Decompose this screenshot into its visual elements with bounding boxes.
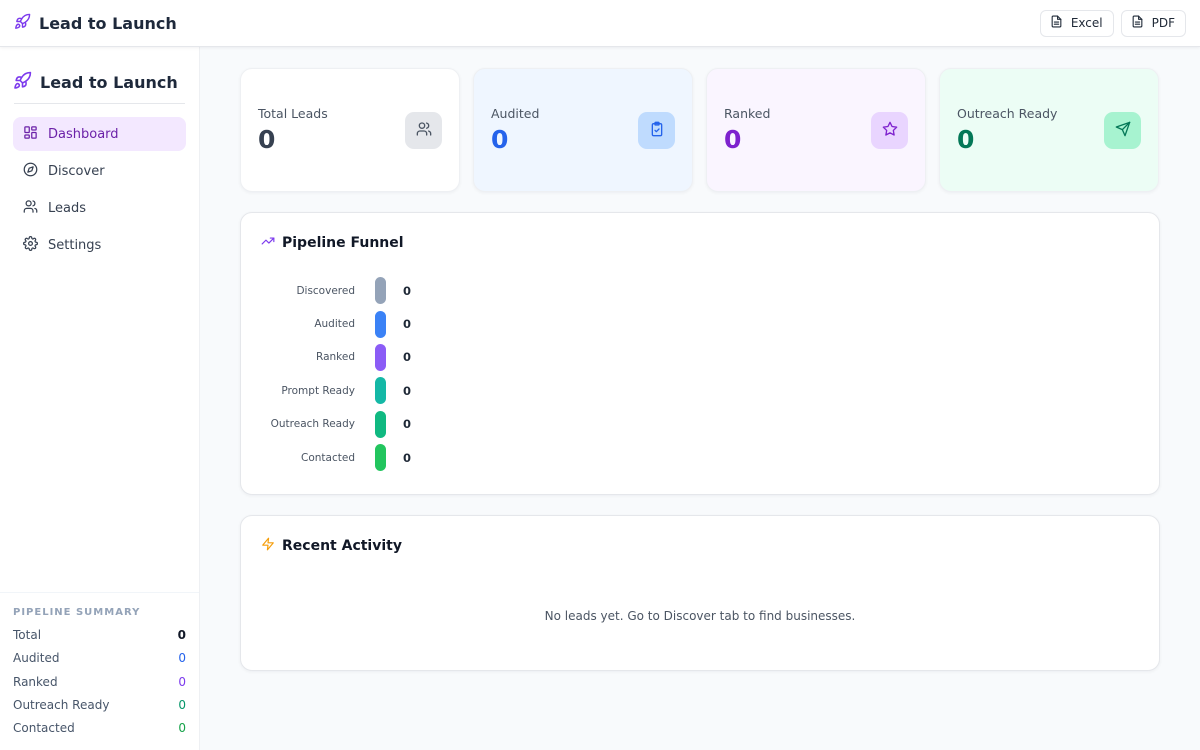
funnel-label: Outreach Ready xyxy=(270,418,355,431)
sidebar-item-discover[interactable]: Discover xyxy=(13,154,186,188)
rocket-icon xyxy=(14,13,31,34)
stat-icon-box xyxy=(405,112,442,149)
funnel-value: 0 xyxy=(403,450,412,465)
funnel-bar xyxy=(375,410,386,438)
stat-icon-box xyxy=(1104,112,1141,149)
pipeline-summary-heading: PIPELINE SUMMARY xyxy=(13,606,141,618)
clipboard-check-icon xyxy=(649,121,665,141)
rocket-icon xyxy=(13,71,32,94)
funnel-value: 0 xyxy=(403,317,412,332)
export-excel-label: Excel xyxy=(1070,16,1103,30)
trending-up-icon xyxy=(261,234,275,252)
funnel-row-discovered: Discovered 0 xyxy=(241,274,1159,307)
empty-state-text: No leads yet. Go to Discover tab to find… xyxy=(544,609,856,624)
funnel-row-ranked: Ranked 0 xyxy=(241,341,1159,374)
funnel-label: Contacted xyxy=(301,451,355,464)
pipeline-funnel-header: Pipeline Funnel xyxy=(241,213,1159,252)
funnel-bar xyxy=(375,444,386,472)
export-excel-button[interactable]: Excel xyxy=(1039,9,1114,37)
stats-row: Total Leads 0 Audited 0 Ranked 0 Outreac… xyxy=(240,68,1160,192)
funnel-value: 0 xyxy=(403,350,412,365)
stat-icon-box xyxy=(871,112,908,149)
funnel-bar xyxy=(375,310,386,338)
send-icon xyxy=(1115,121,1131,141)
funnel-bar xyxy=(375,277,386,305)
sidebar-nav: Dashboard Discover Leads Settings xyxy=(0,104,199,262)
summary-row-audited: Audited 0 xyxy=(13,647,186,670)
dashboard-icon xyxy=(23,125,38,144)
summary-value: 0 xyxy=(178,651,186,666)
sidebar: Lead to Launch Dashboard Discover Leads xyxy=(0,47,200,750)
summary-label: Outreach Ready xyxy=(13,698,110,713)
header-brand[interactable]: Lead to Launch xyxy=(14,13,177,34)
sidebar-brand[interactable]: Lead to Launch xyxy=(0,47,199,103)
funnel-row-outreach-ready: Outreach Ready 0 xyxy=(241,408,1159,441)
funnel-value: 0 xyxy=(403,383,412,398)
summary-label: Total xyxy=(13,628,42,643)
recent-activity-title: Recent Activity xyxy=(282,538,402,555)
funnel-rows: Discovered 0 Audited 0 Ranked 0 Prompt R… xyxy=(241,252,1159,494)
sidebar-item-label: Settings xyxy=(48,237,102,253)
summary-row-total: Total 0 xyxy=(13,624,186,647)
summary-label: Ranked xyxy=(13,674,58,689)
funnel-bar xyxy=(375,377,386,405)
compass-icon xyxy=(23,162,38,181)
summary-row-contacted: Contacted 0 xyxy=(13,717,186,740)
funnel-label: Ranked xyxy=(316,351,355,364)
recent-activity-card: Recent Activity No leads yet. Go to Disc… xyxy=(240,515,1160,672)
summary-value: 0 xyxy=(178,698,186,713)
stat-card-audited: Audited 0 xyxy=(473,68,693,192)
file-icon xyxy=(1131,15,1144,31)
star-icon xyxy=(882,121,898,141)
sidebar-app-title: Lead to Launch xyxy=(40,73,178,92)
summary-value: 0 xyxy=(178,674,186,689)
funnel-bar xyxy=(375,343,386,371)
top-bar: Lead to Launch Excel PDF xyxy=(0,0,1200,47)
recent-activity-header: Recent Activity xyxy=(241,516,1159,555)
main-content: Total Leads 0 Audited 0 Ranked 0 Outreac… xyxy=(240,68,1160,672)
pipeline-funnel-title: Pipeline Funnel xyxy=(282,235,404,251)
summary-label: Contacted xyxy=(13,721,75,736)
sidebar-item-leads[interactable]: Leads xyxy=(13,191,186,225)
sidebar-item-label: Discover xyxy=(48,163,105,179)
export-pdf-button[interactable]: PDF xyxy=(1120,9,1186,37)
summary-value: 0 xyxy=(177,628,186,643)
sidebar-item-dashboard[interactable]: Dashboard xyxy=(13,117,186,151)
summary-row-ranked: Ranked 0 xyxy=(13,670,186,693)
funnel-label: Audited xyxy=(314,318,355,331)
funnel-value: 0 xyxy=(403,417,412,432)
sidebar-item-label: Leads xyxy=(48,200,87,216)
lightning-icon xyxy=(261,537,275,555)
stat-card-total-leads: Total Leads 0 xyxy=(240,68,460,192)
funnel-label: Prompt Ready xyxy=(281,384,355,397)
users-icon xyxy=(416,121,432,141)
pipeline-funnel-card: Pipeline Funnel Discovered 0 Audited 0 R… xyxy=(240,212,1160,496)
pipeline-summary: PIPELINE SUMMARY Total 0 Audited 0 Ranke… xyxy=(0,591,199,750)
sidebar-item-label: Dashboard xyxy=(48,126,119,142)
users-icon xyxy=(23,199,38,218)
stat-card-ranked: Ranked 0 xyxy=(706,68,926,192)
stat-icon-box xyxy=(638,112,675,149)
summary-label: Audited xyxy=(13,651,60,666)
funnel-row-audited: Audited 0 xyxy=(241,307,1159,340)
export-pdf-label: PDF xyxy=(1151,16,1175,30)
gear-icon xyxy=(23,235,38,255)
summary-value: 0 xyxy=(178,721,186,736)
header-app-title: Lead to Launch xyxy=(39,13,177,33)
stat-card-outreach-ready: Outreach Ready 0 xyxy=(939,68,1159,192)
funnel-row-prompt-ready: Prompt Ready 0 xyxy=(241,374,1159,407)
summary-row-outreach-ready: Outreach Ready 0 xyxy=(13,693,186,716)
funnel-value: 0 xyxy=(403,283,412,298)
sidebar-item-settings[interactable]: Settings xyxy=(13,228,186,262)
funnel-row-contacted: Contacted 0 xyxy=(241,441,1159,474)
funnel-label: Discovered xyxy=(296,284,355,297)
file-icon xyxy=(1050,15,1063,31)
